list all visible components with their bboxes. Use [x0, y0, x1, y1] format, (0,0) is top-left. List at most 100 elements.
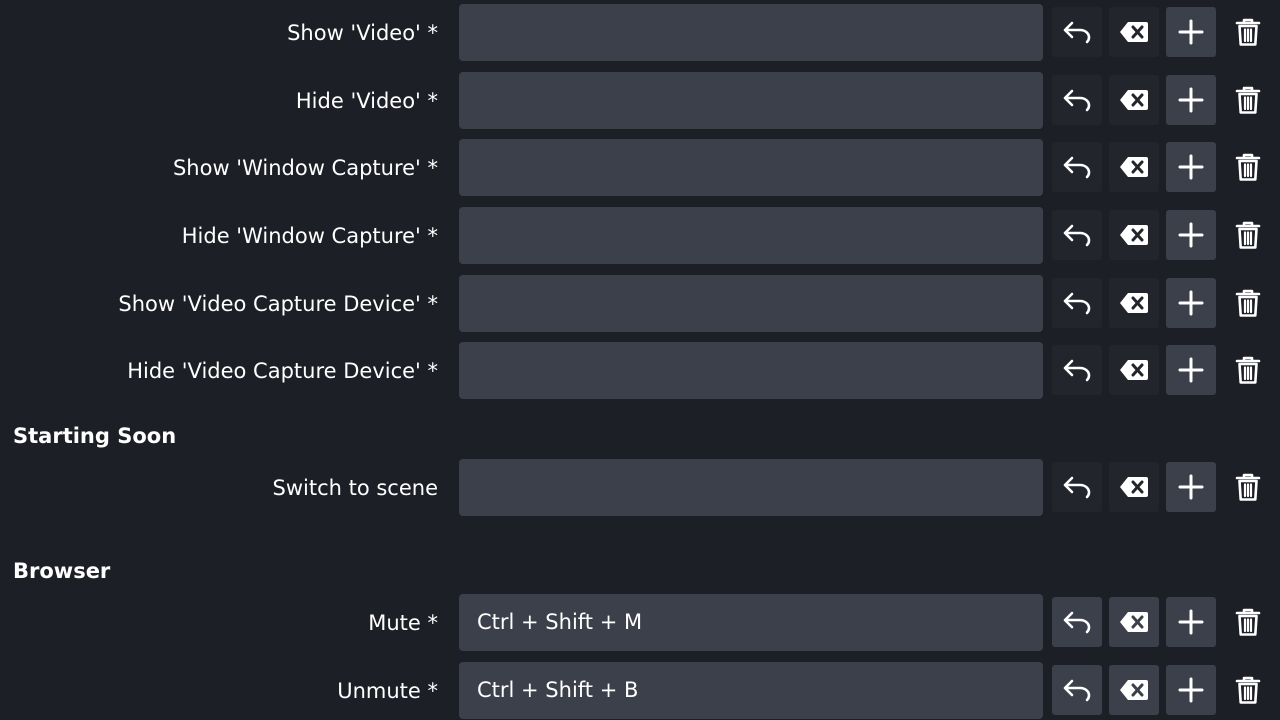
plus-icon	[1178, 677, 1204, 703]
trash-icon	[1235, 355, 1261, 385]
revert-button[interactable]	[1052, 210, 1102, 260]
remove-button[interactable]	[1223, 345, 1273, 395]
add-button[interactable]	[1166, 142, 1216, 192]
remove-button[interactable]	[1223, 210, 1273, 260]
clear-icon	[1119, 224, 1149, 246]
add-button[interactable]	[1166, 210, 1216, 260]
clear-button[interactable]	[1109, 278, 1159, 328]
revert-icon	[1062, 678, 1092, 702]
clear-button[interactable]	[1109, 7, 1159, 57]
trash-icon	[1235, 85, 1261, 115]
hotkey-label: Show 'Window Capture' *	[172, 156, 438, 180]
hotkey-field[interactable]	[459, 72, 1043, 129]
clear-icon	[1119, 89, 1149, 111]
revert-button[interactable]	[1052, 278, 1102, 328]
clear-button[interactable]	[1109, 142, 1159, 192]
add-button[interactable]	[1166, 665, 1216, 715]
trash-icon	[1235, 152, 1261, 182]
hotkey-row: Unmute * Ctrl + Shift + B	[0, 662, 1280, 720]
clear-icon	[1119, 21, 1149, 43]
hotkey-label: Show 'Video' *	[287, 21, 438, 45]
hotkey-label: Hide 'Video Capture Device' *	[127, 359, 438, 383]
clear-button[interactable]	[1109, 75, 1159, 125]
hotkey-field[interactable]	[459, 459, 1043, 516]
trash-icon	[1235, 288, 1261, 318]
revert-icon	[1062, 610, 1092, 634]
trash-icon	[1235, 675, 1261, 705]
remove-button[interactable]	[1223, 142, 1273, 192]
hotkey-row: Show 'Video Capture Device' *	[0, 275, 1280, 333]
clear-button[interactable]	[1109, 462, 1159, 512]
hotkey-row: Switch to scene	[0, 459, 1280, 517]
add-button[interactable]	[1166, 278, 1216, 328]
clear-icon	[1119, 292, 1149, 314]
hotkey-field[interactable]	[459, 342, 1043, 399]
plus-icon	[1178, 290, 1204, 316]
remove-button[interactable]	[1223, 278, 1273, 328]
revert-icon	[1062, 358, 1092, 382]
remove-button[interactable]	[1223, 7, 1273, 57]
revert-icon	[1062, 291, 1092, 315]
trash-icon	[1235, 607, 1261, 637]
revert-icon	[1062, 475, 1092, 499]
revert-button[interactable]	[1052, 597, 1102, 647]
revert-icon	[1062, 88, 1092, 112]
hotkeys-settings-panel: Show 'Video' * Hide 'Video' * Show 'Wind…	[0, 0, 1280, 720]
plus-icon	[1178, 19, 1204, 45]
hotkey-row: Hide 'Video Capture Device' *	[0, 342, 1280, 400]
hotkey-field[interactable]: Ctrl + Shift + B	[459, 662, 1043, 719]
add-button[interactable]	[1166, 7, 1216, 57]
clear-icon	[1119, 611, 1149, 633]
clear-icon	[1119, 359, 1149, 381]
clear-button[interactable]	[1109, 345, 1159, 395]
revert-button[interactable]	[1052, 345, 1102, 395]
plus-icon	[1178, 87, 1204, 113]
hotkey-label: Hide 'Video' *	[295, 89, 438, 113]
revert-icon	[1062, 155, 1092, 179]
remove-button[interactable]	[1223, 597, 1273, 647]
revert-button[interactable]	[1052, 665, 1102, 715]
clear-icon	[1119, 476, 1149, 498]
plus-icon	[1178, 474, 1204, 500]
hotkey-row: Hide 'Video' *	[0, 72, 1280, 130]
section-title-starting-soon: Starting Soon	[13, 424, 177, 448]
add-button[interactable]	[1166, 75, 1216, 125]
hotkey-row: Show 'Video' *	[0, 4, 1280, 62]
plus-icon	[1178, 357, 1204, 383]
plus-icon	[1178, 154, 1204, 180]
hotkey-label: Unmute *	[337, 679, 438, 703]
add-button[interactable]	[1166, 345, 1216, 395]
remove-button[interactable]	[1223, 75, 1273, 125]
hotkey-label: Show 'Video Capture Device' *	[118, 292, 438, 316]
hotkey-row: Hide 'Window Capture' *	[0, 207, 1280, 265]
plus-icon	[1178, 222, 1204, 248]
hotkey-label: Switch to scene	[272, 476, 439, 500]
clear-icon	[1119, 156, 1149, 178]
clear-button[interactable]	[1109, 210, 1159, 260]
clear-button[interactable]	[1109, 597, 1159, 647]
revert-icon	[1062, 20, 1092, 44]
revert-button[interactable]	[1052, 462, 1102, 512]
clear-icon	[1119, 679, 1149, 701]
trash-icon	[1235, 220, 1261, 250]
remove-button[interactable]	[1223, 665, 1273, 715]
remove-button[interactable]	[1223, 462, 1273, 512]
revert-icon	[1062, 223, 1092, 247]
revert-button[interactable]	[1052, 7, 1102, 57]
revert-button[interactable]	[1052, 142, 1102, 192]
plus-icon	[1178, 609, 1204, 635]
section-title-browser: Browser	[13, 559, 111, 583]
hotkey-field[interactable]	[459, 207, 1043, 264]
trash-icon	[1235, 17, 1261, 47]
hotkey-field[interactable]	[459, 275, 1043, 332]
hotkey-row: Show 'Window Capture' *	[0, 139, 1280, 197]
add-button[interactable]	[1166, 597, 1216, 647]
add-button[interactable]	[1166, 462, 1216, 512]
hotkey-label: Hide 'Window Capture' *	[181, 224, 438, 248]
revert-button[interactable]	[1052, 75, 1102, 125]
hotkey-label: Mute *	[368, 611, 438, 635]
hotkey-field[interactable]: Ctrl + Shift + M	[459, 594, 1043, 651]
hotkey-field[interactable]	[459, 4, 1043, 61]
clear-button[interactable]	[1109, 665, 1159, 715]
hotkey-field[interactable]	[459, 139, 1043, 196]
